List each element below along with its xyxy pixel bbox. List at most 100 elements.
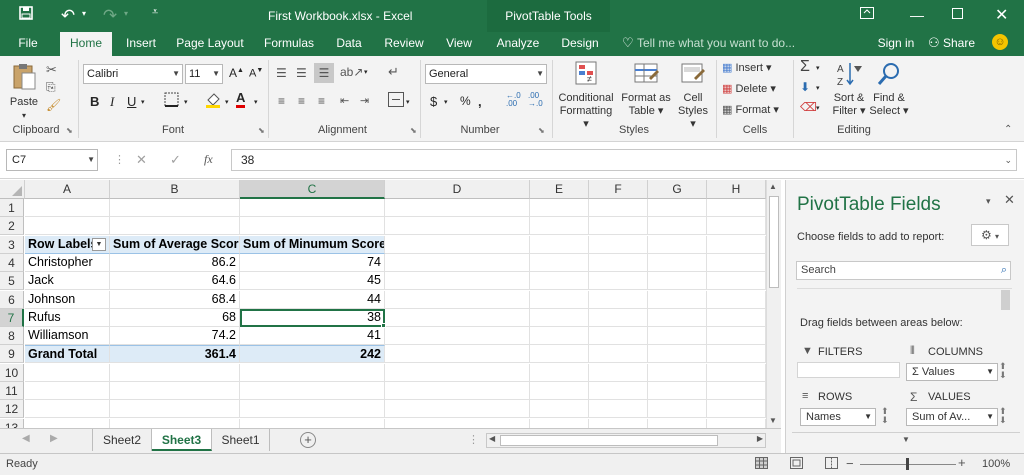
decrease-font-icon[interactable]: A▼ (249, 67, 263, 80)
align-left-icon[interactable]: ≡ (278, 94, 285, 108)
sheet-tab-sheet3[interactable]: Sheet3 (152, 429, 212, 451)
grid-cell[interactable] (530, 400, 589, 419)
merge-dropdown-icon[interactable]: ▾ (406, 98, 410, 106)
tab-formulas[interactable]: Formulas (258, 32, 320, 56)
top-align-icon[interactable]: ☰ (276, 66, 287, 80)
pivot-grand-total-cell[interactable]: 361.4 (110, 345, 240, 364)
minimize-icon[interactable]: — (910, 7, 924, 23)
collapse-ribbon-icon[interactable]: ⌃ (1004, 124, 1012, 135)
insert-function-icon[interactable]: fx (204, 152, 213, 167)
col-header-g[interactable]: G (648, 180, 707, 199)
orientation-dropdown-icon[interactable]: ▾ (364, 68, 368, 76)
pivot-row-label[interactable]: Christopher (25, 253, 110, 272)
fill-icon[interactable]: ⬇ (800, 80, 810, 94)
font-color-dropdown-icon[interactable]: ▾ (254, 98, 258, 106)
row-header-10[interactable]: 10 (0, 363, 24, 382)
fill-handle[interactable] (381, 323, 386, 329)
clear-dropdown-icon[interactable]: ▾ (816, 104, 820, 112)
cell-styles-button[interactable]: Cell Styles ▾ (674, 60, 712, 131)
grid-cell[interactable] (530, 308, 589, 327)
grid-cell[interactable] (385, 345, 530, 364)
grid-cell[interactable] (530, 382, 589, 400)
sheet-tab-sheet1[interactable]: Sheet1 (212, 429, 270, 451)
grid-cell[interactable] (589, 400, 648, 419)
grid-cell[interactable] (530, 199, 589, 217)
grid-cell[interactable] (530, 235, 589, 254)
font-color-icon[interactable]: A (236, 91, 246, 108)
grid-cell[interactable] (385, 327, 530, 346)
grid-cell[interactable] (240, 199, 385, 217)
font-size-combo[interactable]: 11 ▼ (185, 64, 223, 84)
pivot-value-cell[interactable]: 38 (240, 308, 385, 327)
col-header-a[interactable]: A (25, 180, 110, 199)
alignment-dialog-launcher-icon[interactable]: ⬊ (410, 126, 417, 135)
scroll-right-icon[interactable]: ▶ (757, 434, 763, 443)
col-header-d[interactable]: D (385, 180, 530, 199)
save-icon[interactable] (14, 4, 38, 28)
find-select-button[interactable]: Find & Select ▾ (868, 60, 910, 118)
sheet-tab-sheet2[interactable]: Sheet2 (92, 429, 152, 451)
grid-cell[interactable] (648, 327, 707, 346)
sort-filter-button[interactable]: AZ Sort & Filter ▾ (830, 60, 868, 118)
share-button[interactable]: Share (942, 32, 976, 56)
search-icon[interactable]: ⌕ (1001, 262, 1007, 279)
grid-cell[interactable] (589, 217, 648, 236)
grid-cell[interactable] (707, 253, 766, 272)
rows-field-dropdown-icon[interactable]: ▼ (864, 409, 872, 425)
row-labels-filter-dropdown-icon[interactable]: ▼ (92, 237, 106, 251)
pivot-value-cell[interactable]: 45 (240, 272, 385, 291)
bold-icon[interactable]: B (90, 94, 99, 109)
values-field-sum[interactable]: Sum of Av... ▼ (906, 408, 998, 426)
row-header-11[interactable]: 11 (0, 382, 24, 400)
pivot-value-cell[interactable]: 86.2 (110, 253, 240, 272)
vertical-scroll-thumb[interactable] (769, 196, 779, 288)
tab-view[interactable]: View (438, 32, 480, 56)
increase-font-icon[interactable]: A▲ (229, 66, 244, 80)
grid-cell[interactable] (589, 382, 648, 400)
col-header-b[interactable]: B (110, 180, 240, 199)
grid-cell[interactable] (648, 382, 707, 400)
col-header-c[interactable]: C (240, 180, 385, 199)
increase-indent-icon[interactable]: ⇥ (360, 94, 369, 107)
grid-cell[interactable] (530, 290, 589, 309)
grid-cell[interactable] (707, 217, 766, 236)
fill-color-icon[interactable] (205, 91, 221, 111)
rows-area-scroll-icon[interactable]: ⬆ ⬇ (881, 407, 889, 425)
italic-icon[interactable]: I (110, 94, 114, 110)
pivot-grand-total-cell[interactable]: Grand Total (25, 345, 110, 364)
grid-cell[interactable] (589, 253, 648, 272)
grid-cell[interactable] (707, 199, 766, 217)
grid-cell[interactable] (589, 235, 648, 254)
page-layout-view-icon[interactable] (790, 457, 803, 472)
comma-style-icon[interactable]: , (478, 94, 482, 109)
maximize-icon[interactable] (952, 8, 963, 22)
pivot-value-cell[interactable]: 44 (240, 290, 385, 309)
pane-bottom-dropdown[interactable]: ▼ (792, 432, 1020, 446)
tab-page-layout[interactable]: Page Layout (172, 32, 248, 56)
page-break-view-icon[interactable] (825, 457, 838, 472)
underline-dropdown-icon[interactable]: ▾ (141, 98, 145, 106)
tab-insert[interactable]: Insert (118, 32, 164, 56)
format-cells-button[interactable]: ▦ Format ▾ (722, 102, 779, 118)
zoom-level[interactable]: 100% (982, 458, 1010, 470)
tab-data[interactable]: Data (330, 32, 368, 56)
row-header-4[interactable]: 4 (0, 253, 24, 272)
align-right-icon[interactable]: ≡ (318, 94, 325, 108)
row-header-9[interactable]: 9 (0, 345, 24, 364)
grid-cell[interactable] (385, 290, 530, 309)
scroll-left-icon[interactable]: ◀ (489, 434, 495, 443)
accounting-dropdown-icon[interactable]: ▾ (444, 98, 448, 106)
middle-align-icon[interactable]: ☰ (296, 66, 307, 80)
horizontal-scrollbar[interactable]: ◀ ▶ (486, 433, 766, 448)
increase-decimal-icon[interactable]: ←.0.00 (506, 92, 521, 108)
horizontal-scroll-thumb[interactable] (500, 435, 718, 446)
grid-cell[interactable] (707, 308, 766, 327)
worksheet-grid[interactable]: A B C D E F G H 1 2 3 Row Labels ▼ Sum of Ave… (0, 180, 781, 437)
grid-cell[interactable] (589, 272, 648, 291)
columns-field-dropdown-icon[interactable]: ▼ (986, 364, 994, 380)
grid-cell[interactable] (530, 327, 589, 346)
autosum-dropdown-icon[interactable]: ▾ (816, 64, 820, 72)
grid-cell[interactable] (110, 400, 240, 419)
grid-cell[interactable] (648, 345, 707, 364)
insert-cells-button[interactable]: ▦ Insert ▾ (722, 60, 772, 76)
